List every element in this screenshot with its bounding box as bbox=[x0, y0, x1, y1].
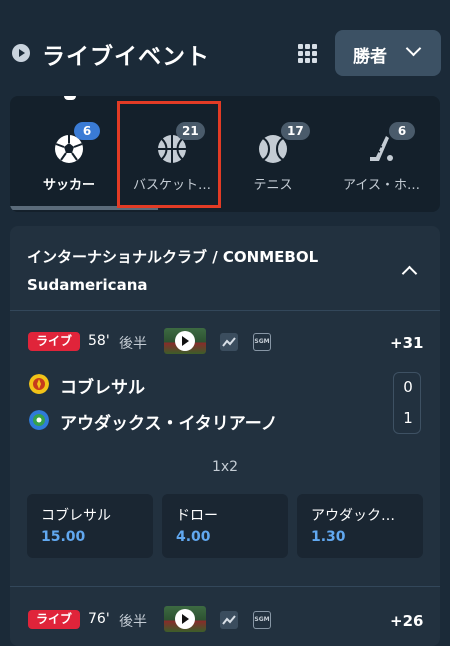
sgm-icon: SGM bbox=[253, 611, 271, 629]
outcome-label: ドロー bbox=[176, 508, 218, 524]
stats-icon[interactable] bbox=[220, 611, 238, 629]
live-badge: ライブ bbox=[28, 610, 81, 629]
outcome-price: 4.00 bbox=[176, 529, 211, 545]
market-type-dropdown[interactable]: 勝者 bbox=[335, 30, 441, 76]
more-markets-count[interactable]: +31 bbox=[390, 334, 423, 352]
outcome-price: 1.30 bbox=[311, 529, 346, 545]
live-badge: ライブ bbox=[28, 332, 81, 351]
selection-highlight bbox=[117, 101, 221, 208]
play-icon bbox=[175, 609, 195, 629]
odds-button-home[interactable]: コブレサル 15.00 bbox=[27, 494, 153, 558]
chevron-down-icon bbox=[405, 40, 422, 57]
live-play-icon bbox=[12, 44, 30, 62]
away-score: 1 bbox=[403, 409, 413, 427]
score-box: 0 1 bbox=[393, 372, 421, 434]
odds-button-away[interactable]: アウダック… 1.30 bbox=[297, 494, 423, 558]
tab-ice-hockey[interactable]: 6 アイス・ホ… bbox=[323, 96, 440, 210]
tennis-count-badge: 17 bbox=[281, 122, 310, 140]
odds-button-draw[interactable]: ドロー 4.00 bbox=[162, 494, 288, 558]
play-icon bbox=[175, 331, 195, 351]
chevron-up-icon[interactable] bbox=[401, 265, 418, 282]
sport-tabs: 6 サッカー 21 バスケット… 17 テニス 6 アイス・ホ… bbox=[10, 96, 440, 212]
grid-view-icon[interactable] bbox=[298, 44, 320, 64]
market-name: 1x2 bbox=[211, 459, 239, 475]
soccer-count-badge: 6 bbox=[74, 122, 100, 140]
competition-title[interactable]: インターナショナルクラブ / CONMEBOL Sudamericana bbox=[27, 243, 387, 299]
outcome-price: 15.00 bbox=[41, 529, 86, 545]
outcome-label: コブレサル bbox=[41, 508, 111, 524]
divider bbox=[10, 310, 440, 311]
competition-card: インターナショナルクラブ / CONMEBOL Sudamericana ライブ… bbox=[10, 226, 440, 646]
match-period: 後半 bbox=[119, 614, 147, 630]
team-logo-icon bbox=[29, 410, 49, 430]
tab-label: アイス・ホ… bbox=[343, 178, 420, 193]
divider bbox=[10, 586, 440, 587]
home-score: 0 bbox=[403, 378, 413, 396]
tab-label: テニス bbox=[253, 178, 293, 193]
live-video-thumbnail[interactable] bbox=[164, 328, 206, 354]
more-markets-count[interactable]: +26 bbox=[390, 612, 423, 630]
tab-tennis[interactable]: 17 テニス bbox=[223, 96, 323, 210]
market-type-value: 勝者 bbox=[353, 47, 387, 67]
header: ライブイベント 勝者 bbox=[0, 0, 450, 96]
tab-label: サッカー bbox=[42, 178, 95, 193]
match-minute: 58' bbox=[88, 333, 110, 349]
team-name: コブレサル bbox=[60, 378, 145, 398]
match-period: 後半 bbox=[119, 336, 147, 352]
team-logo-icon bbox=[29, 374, 49, 394]
tab-soccer[interactable]: 6 サッカー bbox=[10, 96, 128, 210]
match-minute: 76' bbox=[88, 611, 110, 627]
outcome-label: アウダック… bbox=[311, 508, 395, 524]
page-title: ライブイベント bbox=[42, 44, 210, 70]
ice-hockey-count-badge: 6 bbox=[389, 122, 415, 140]
team-name: アウダックス・イタリアーノ bbox=[60, 414, 278, 434]
live-video-thumbnail[interactable] bbox=[164, 606, 206, 632]
sgm-icon: SGM bbox=[253, 333, 271, 351]
stats-icon[interactable] bbox=[220, 333, 238, 351]
